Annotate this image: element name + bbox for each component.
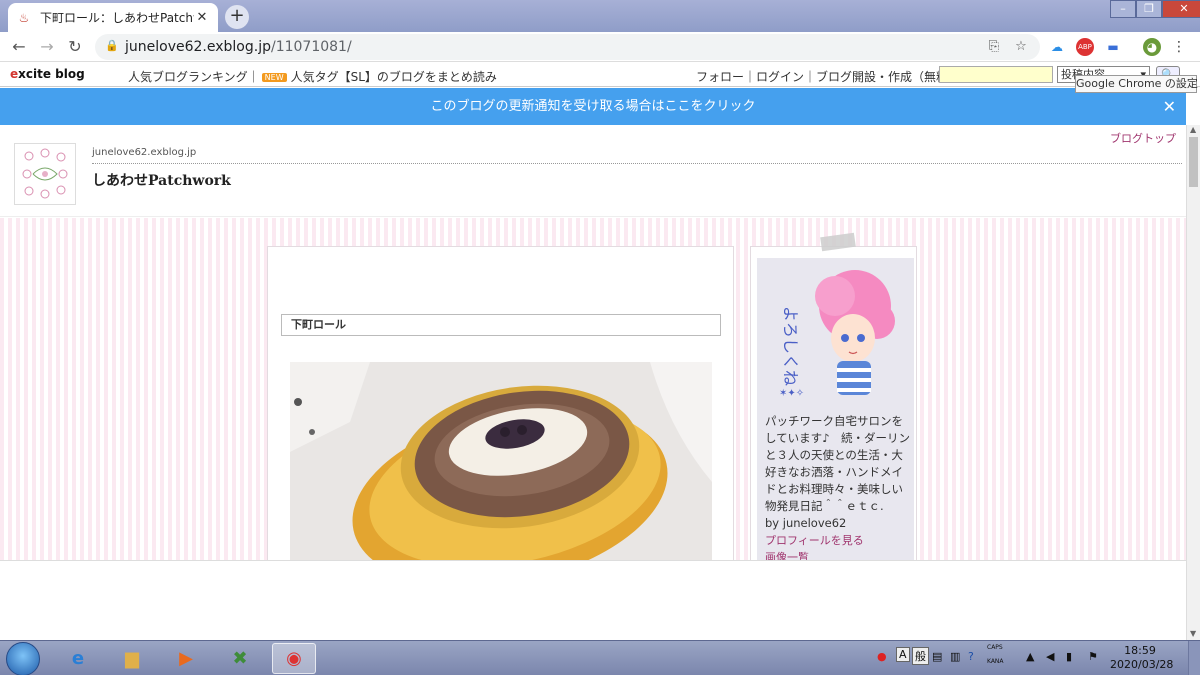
reload-icon[interactable]: ↻ [64, 36, 86, 58]
blog-content-area: 下町ロール よろしくね ✶✦✧ パッチワーク自宅サロンをしています♪ 続・ダーリ… [0, 218, 1186, 564]
url-domain: junelove62.exblog.jp [125, 39, 271, 55]
kana-indicator: KANA [987, 658, 1004, 665]
lock-icon: 🔒 [105, 39, 119, 52]
chrome-menu-icon[interactable]: ⋮ [1170, 38, 1188, 56]
clock-time: 18:59 [1124, 644, 1156, 657]
show-hidden-icons-icon[interactable]: ▲ [1026, 650, 1034, 663]
close-notification-icon[interactable]: ✕ [1163, 88, 1176, 125]
profile-illustration-image[interactable]: よろしくね ✶✦✧ [765, 266, 907, 408]
caps-indicator: CAPS [987, 644, 1003, 651]
adblock-extension-icon[interactable]: ABP [1076, 38, 1094, 56]
excite-favicon-icon: ♨ [18, 10, 30, 25]
scroll-down-icon[interactable]: ▼ [1190, 629, 1196, 638]
profile-card: よろしくね ✶✦✧ パッチワーク自宅サロンをしています♪ 続・ダーリンと３人の天… [757, 258, 914, 564]
action-center-icon[interactable]: ⚑ [1088, 650, 1098, 663]
profile-description: パッチワーク自宅サロンをしています♪ 続・ダーリンと３人の天使との生活・大好きな… [765, 414, 910, 513]
new-tab-button[interactable]: + [225, 5, 249, 29]
url-text: junelove62.exblog.jp/11071081/ [125, 39, 352, 55]
help-icon[interactable]: ? [968, 650, 974, 663]
blog-header: ブログトップ junelove62.exblog.jp しあわせPatchwor… [0, 125, 1186, 217]
file-explorer-icon[interactable]: ▆ [110, 643, 154, 674]
profile-link[interactable]: プロフィールを見る [765, 532, 911, 549]
ime-alpha-indicator[interactable]: A [896, 647, 910, 662]
excite-blog-logo[interactable]: excite blog [10, 67, 85, 81]
svg-text:よろしくね: よろしくね [781, 306, 800, 386]
tray-app-icon[interactable]: ● [877, 650, 887, 663]
ime-mode-indicator[interactable]: 般 [912, 647, 929, 665]
close-window-button[interactable]: ✕ [1162, 0, 1200, 18]
tab-title: 下町ロール：しあわせPatchwor [40, 11, 194, 25]
windows-taskbar: e ▆ ▶ ✖ ◉ ● A 般 ▤ ▥ ? CAPS KANA ▲ ◀ ▮ ⚑ … [0, 640, 1200, 675]
bookmark-star-icon[interactable]: ☆ [1012, 38, 1030, 56]
subscribe-notification-bar[interactable]: このブログの更新通知を受け取る場合はここをクリック ✕ [0, 88, 1186, 125]
excite-blog-bar: excite blog 人気ブログランキング｜ NEW 人気タグ【SL】のブログをま… [0, 63, 1200, 87]
blog-thumbnail-image[interactable] [14, 143, 76, 205]
tab-close-icon[interactable]: ✕ [194, 10, 210, 25]
chat-extension-icon[interactable]: ▬ [1104, 38, 1122, 56]
browser-tab[interactable]: ♨ 下町ロール：しあわせPatchwor ✕ [8, 3, 218, 32]
clock-date: 2020/03/28 [1110, 658, 1174, 671]
profile-avatar-icon[interactable]: ◕ [1143, 38, 1161, 56]
ime-tool-icon[interactable]: ▤ [932, 650, 942, 663]
roll-cake-photo[interactable] [290, 362, 712, 561]
network-icon[interactable]: ▮ [1066, 650, 1072, 663]
page-scrollbar[interactable]: ▲ ▼ [1186, 125, 1200, 640]
blog-top-link[interactable]: ブログトップ [1110, 130, 1176, 146]
profile-sidebar: よろしくね ✶✦✧ パッチワーク自宅サロンをしています♪ 続・ダーリンと３人の天… [750, 232, 917, 564]
minimize-button[interactable]: – [1110, 0, 1136, 18]
notification-text[interactable]: このブログの更新通知を受け取る場合はここをクリック [430, 99, 755, 114]
internet-explorer-icon[interactable]: e [56, 643, 100, 674]
browser-tab-strip: ♨ 下町ロール：しあわせPatchwor ✕ + – ❐ ✕ [0, 0, 1200, 32]
post-title[interactable]: 下町ロール [281, 314, 721, 336]
address-bar[interactable]: 🔒 junelove62.exblog.jp/11071081/ ⎘ ☆ [95, 34, 1040, 60]
chrome-taskbar-icon[interactable]: ◉ [272, 643, 316, 674]
ime-pad-icon[interactable]: ▥ [950, 650, 960, 663]
scroll-up-icon[interactable]: ▲ [1190, 125, 1196, 134]
maximize-button[interactable]: ❐ [1136, 0, 1162, 18]
svg-text:✶✦✧: ✶✦✧ [779, 388, 804, 399]
settings-tooltip: Google Chrome の設定 [1075, 75, 1198, 93]
post-column: 下町ロール [267, 246, 734, 561]
page-bottom-area [0, 560, 1186, 640]
profile-text-block: パッチワーク自宅サロンをしています♪ 続・ダーリンと３人の天使との生活・大好きな… [765, 413, 911, 566]
forward-arrow-icon[interactable]: → [36, 36, 58, 58]
media-player-icon[interactable]: ▶ [164, 643, 208, 674]
cloud-extension-icon[interactable]: ☁ [1048, 38, 1066, 56]
tape-decoration [820, 232, 856, 252]
ranking-link[interactable]: 人気ブログランキング｜ [128, 70, 260, 84]
new-badge: NEW [261, 73, 287, 82]
url-path: /11071081/ [270, 39, 352, 55]
blog-title[interactable]: しあわせPatchwork [92, 170, 231, 190]
system-clock[interactable]: 18:59 2020/03/28 [1110, 644, 1174, 672]
account-links[interactable]: フォロー｜ログイン｜ブログ開設・作成（無料） [696, 68, 960, 85]
scrollbar-thumb[interactable] [1189, 137, 1198, 187]
translate-icon[interactable]: ⎘ [985, 38, 1003, 56]
header-divider [92, 163, 1182, 164]
window-controls: – ❐ ✕ [1110, 0, 1200, 18]
ranking-links: 人気ブログランキング｜ NEW 人気タグ【SL】のブログをまとめ読み [128, 68, 497, 85]
blog-search-input[interactable] [939, 66, 1053, 83]
blog-domain: junelove62.exblog.jp [92, 147, 197, 158]
popular-tag-link[interactable]: 人気タグ【SL】のブログをまとめ読み [291, 70, 497, 84]
browser-toolbar: ← → ↻ 🔒 junelove62.exblog.jp/11071081/ ⎘… [0, 32, 1200, 62]
app-tool-icon[interactable]: ✖ [218, 643, 262, 674]
start-button-icon[interactable] [6, 642, 40, 675]
show-desktop-button[interactable] [1188, 641, 1200, 675]
profile-byline: by junelove62 [765, 516, 847, 530]
back-arrow-icon[interactable]: ← [8, 36, 30, 58]
volume-icon[interactable]: ◀ [1046, 650, 1054, 663]
